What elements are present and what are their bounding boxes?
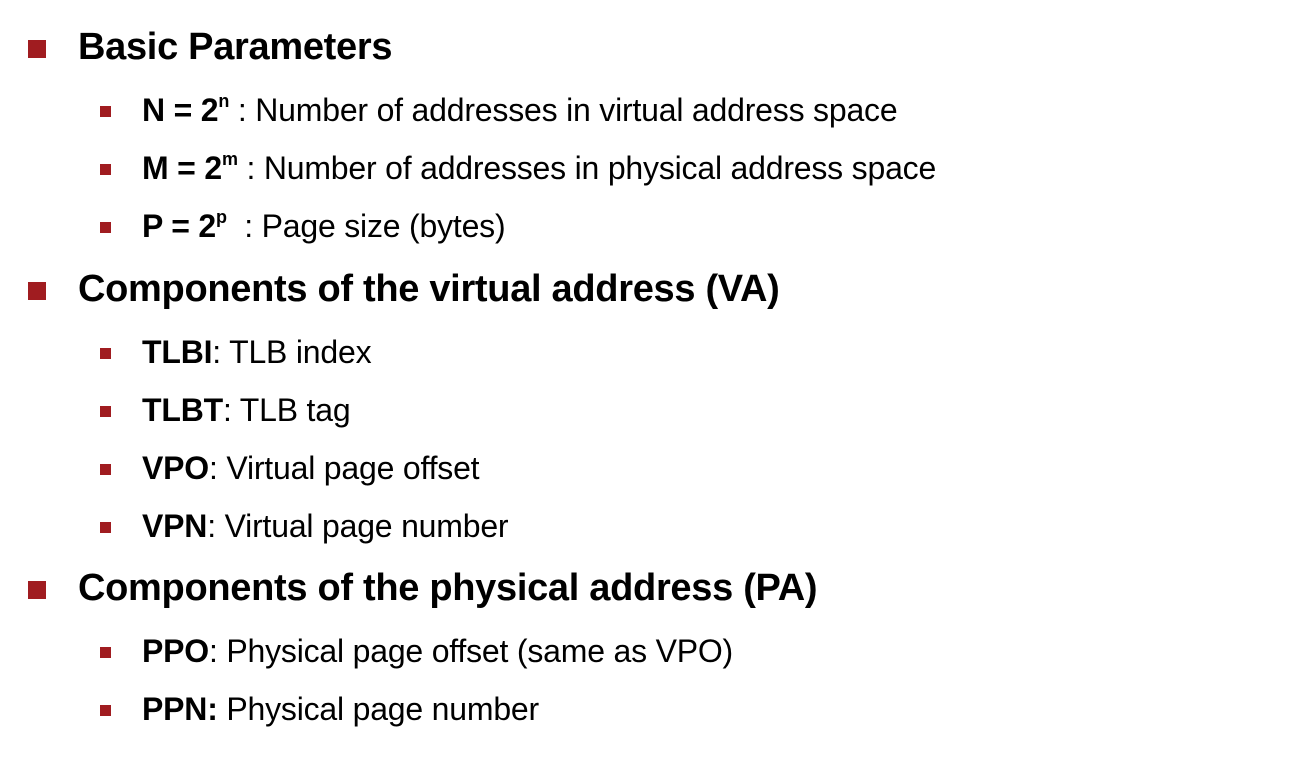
item-separator: :	[208, 633, 227, 669]
item-term-superscript: m	[221, 149, 238, 169]
item-term-superscript: p	[216, 207, 227, 227]
item-description: Number of addresses in virtual address s…	[255, 92, 898, 128]
item-term: VPN	[142, 508, 208, 544]
section-virtual-address: Components of the virtual address (VA) T…	[0, 246, 1312, 544]
item-term: VPO	[142, 450, 209, 486]
list-item: VPO: Virtual page offset	[0, 448, 1312, 506]
item-term: N = 2	[142, 92, 219, 128]
item-description: TLB tag	[239, 392, 351, 428]
square-bullet-icon	[100, 705, 111, 716]
section-heading-row: Components of the physical address (PA)	[0, 545, 1312, 609]
item-separator: :	[226, 208, 262, 244]
item-term-superscript: n	[218, 91, 230, 111]
square-bullet-icon	[100, 406, 111, 417]
list-item: N = 2n : Number of addresses in virtual …	[0, 90, 1312, 148]
square-bullet-icon	[100, 164, 111, 175]
square-bullet-icon	[28, 40, 46, 58]
item-term: PPN:	[142, 691, 218, 727]
square-bullet-icon	[100, 348, 111, 359]
item-separator: :	[207, 508, 225, 544]
item-term: TLBT	[142, 392, 223, 428]
list-item: PPO: Physical page offset (same as VPO)	[0, 631, 1312, 689]
item-separator: :	[208, 450, 227, 486]
list-item: TLBI: TLB index	[0, 332, 1312, 390]
section-heading-row: Components of the virtual address (VA)	[0, 246, 1312, 310]
item-term: PPO	[142, 633, 209, 669]
item-description: Page size (bytes)	[261, 208, 506, 244]
item-separator: :	[222, 392, 240, 428]
item-separator: :	[229, 92, 256, 128]
item-description: Virtual page number	[224, 508, 509, 544]
item-description: TLB index	[229, 334, 372, 370]
square-bullet-icon	[100, 647, 111, 658]
item-term: M = 2	[142, 150, 222, 186]
square-bullet-icon	[100, 222, 111, 233]
section-basic-parameters: Basic Parameters N = 2n : Number of addr…	[0, 4, 1312, 244]
section-heading: Components of the virtual address (VA)	[78, 268, 780, 310]
item-term: P = 2	[142, 208, 217, 244]
item-separator: :	[237, 150, 264, 186]
item-term: TLBI	[142, 334, 213, 370]
square-bullet-icon	[100, 106, 111, 117]
section-physical-address: Components of the physical address (PA) …	[0, 545, 1312, 727]
slide: Basic Parameters N = 2n : Number of addr…	[0, 0, 1312, 767]
square-bullet-icon	[100, 522, 111, 533]
section-heading: Basic Parameters	[78, 26, 393, 68]
section-heading: Components of the physical address (PA)	[78, 567, 818, 609]
item-separator: :	[212, 334, 230, 370]
square-bullet-icon	[100, 464, 111, 475]
section-heading-row: Basic Parameters	[0, 4, 1312, 68]
item-description: Virtual page offset	[226, 450, 480, 486]
list-item: TLBT: TLB tag	[0, 390, 1312, 448]
square-bullet-icon	[28, 581, 46, 599]
list-item: M = 2m : Number of addresses in physical…	[0, 148, 1312, 206]
list-item: PPN: Physical page number	[0, 689, 1312, 747]
item-description: Physical page number	[226, 691, 539, 727]
item-description: Physical page offset (same as VPO)	[226, 633, 733, 669]
item-description: Number of addresses in physical address …	[263, 150, 937, 186]
square-bullet-icon	[28, 282, 46, 300]
